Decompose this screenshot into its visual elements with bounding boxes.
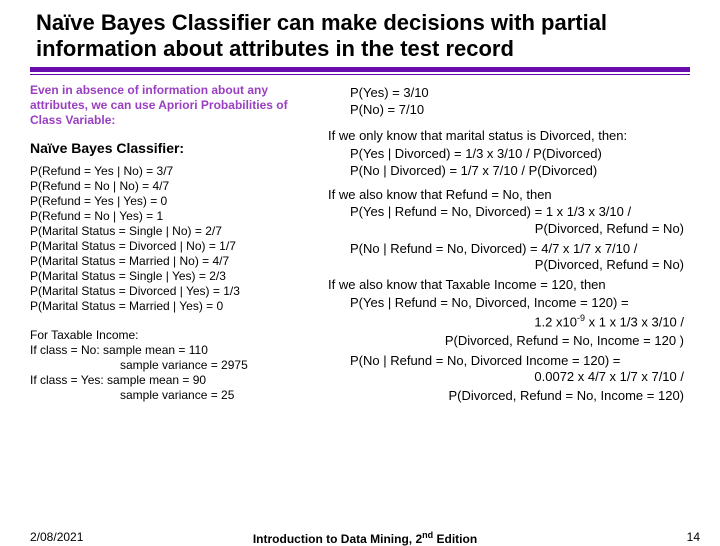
left-column: Even in absence of information about any… <box>30 83 310 408</box>
income-no-mean: If class = No: sample mean = 110 <box>30 343 310 358</box>
tax-pno-a: P(No | Refund = No, Divorced Income = 12… <box>350 353 706 369</box>
divorced-pno: P(No | Divorced) = 1/7 x 7/10 / P(Divorc… <box>350 163 706 179</box>
prob-item: P(Refund = Yes | Yes) = 0 <box>30 194 310 209</box>
divorced-head: If we only know that marital status is D… <box>328 128 706 144</box>
right-column: P(Yes) = 3/10 P(No) = 7/10 If we only kn… <box>328 83 706 408</box>
refund-pyes-b: P(Divorced, Refund = No) <box>328 222 706 237</box>
classifier-subhead: Naïve Bayes Classifier: <box>30 140 310 156</box>
tax-pno-c: P(Divorced, Refund = No, Income = 120) <box>328 389 706 404</box>
income-block: For Taxable Income: If class = No: sampl… <box>30 328 310 403</box>
income-yes-mean: If class = Yes: sample mean = 90 <box>30 373 310 388</box>
prob-item: P(Marital Status = Married | Yes) = 0 <box>30 299 310 314</box>
income-no-var: sample variance = 2975 <box>30 358 310 373</box>
footer-page-number: 14 <box>687 530 700 544</box>
refund-pyes-a: P(Yes | Refund = No, Divorced) = 1 x 1/3… <box>350 204 706 220</box>
footer-center: Introduction to Data Mining, 2nd Edition <box>30 530 700 546</box>
p-no: P(No) = 7/10 <box>350 102 706 118</box>
prob-item: P(Marital Status = Divorced | Yes) = 1/3 <box>30 284 310 299</box>
tax-pyes-c: P(Divorced, Refund = No, Income = 120 ) <box>328 334 706 349</box>
prob-item: P(Refund = No | Yes) = 1 <box>30 209 310 224</box>
refund-pno-a: P(No | Refund = No, Divorced) = 4/7 x 1/… <box>350 241 706 257</box>
intro-text: Even in absence of information about any… <box>30 83 310 128</box>
slide: Naïve Bayes Classifier can make decision… <box>0 0 720 540</box>
divorced-pyes: P(Yes | Divorced) = 1/3 x 3/10 / P(Divor… <box>350 146 706 162</box>
probability-list: P(Refund = Yes | No) = 3/7 P(Refund = No… <box>30 164 310 314</box>
income-yes-var: sample variance = 25 <box>30 388 310 403</box>
title-underline <box>30 67 690 75</box>
prob-item: P(Marital Status = Divorced | No) = 1/7 <box>30 239 310 254</box>
slide-title: Naïve Bayes Classifier can make decision… <box>0 0 720 67</box>
p-yes: P(Yes) = 3/10 <box>350 85 706 101</box>
tax-pno-b: 0.0072 x 4/7 x 1/7 x 7/10 / <box>328 370 706 385</box>
refund-pno-b: P(Divorced, Refund = No) <box>328 258 706 273</box>
prob-item: P(Marital Status = Single | Yes) = 2/3 <box>30 269 310 284</box>
prob-item: P(Marital Status = Single | No) = 2/7 <box>30 224 310 239</box>
income-head: For Taxable Income: <box>30 328 310 343</box>
tax-head: If we also know that Taxable Income = 12… <box>328 277 706 293</box>
slide-body: Even in absence of information about any… <box>0 75 720 408</box>
prob-item: P(Marital Status = Married | No) = 4/7 <box>30 254 310 269</box>
tax-pyes-a: P(Yes | Refund = No, Divorced, Income = … <box>350 295 706 311</box>
refund-head: If we also know that Refund = No, then <box>328 187 706 203</box>
tax-pyes-b: 1.2 x10-9 x 1 x 1/3 x 3/10 / <box>328 313 706 330</box>
prob-item: P(Refund = No | No) = 4/7 <box>30 179 310 194</box>
prob-item: P(Refund = Yes | No) = 3/7 <box>30 164 310 179</box>
